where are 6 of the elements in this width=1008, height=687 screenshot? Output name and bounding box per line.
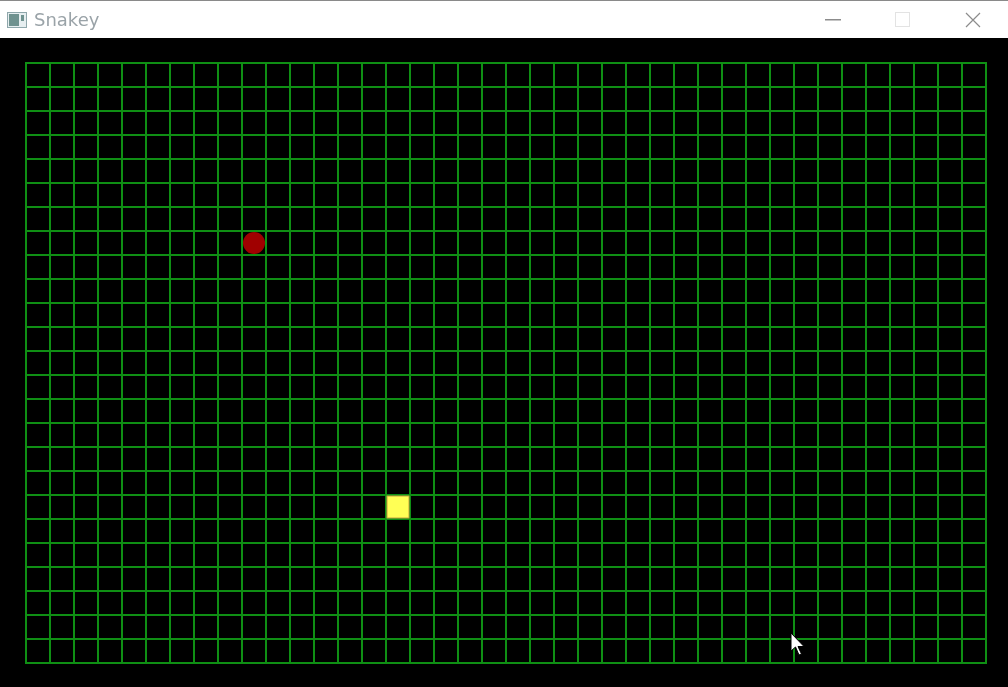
app-icon (7, 11, 27, 28)
mouse-cursor-icon (790, 632, 807, 657)
maximize-icon (895, 11, 911, 28)
minimize-icon (825, 18, 841, 21)
close-icon (965, 11, 981, 28)
window-title: Snakey (34, 9, 101, 30)
